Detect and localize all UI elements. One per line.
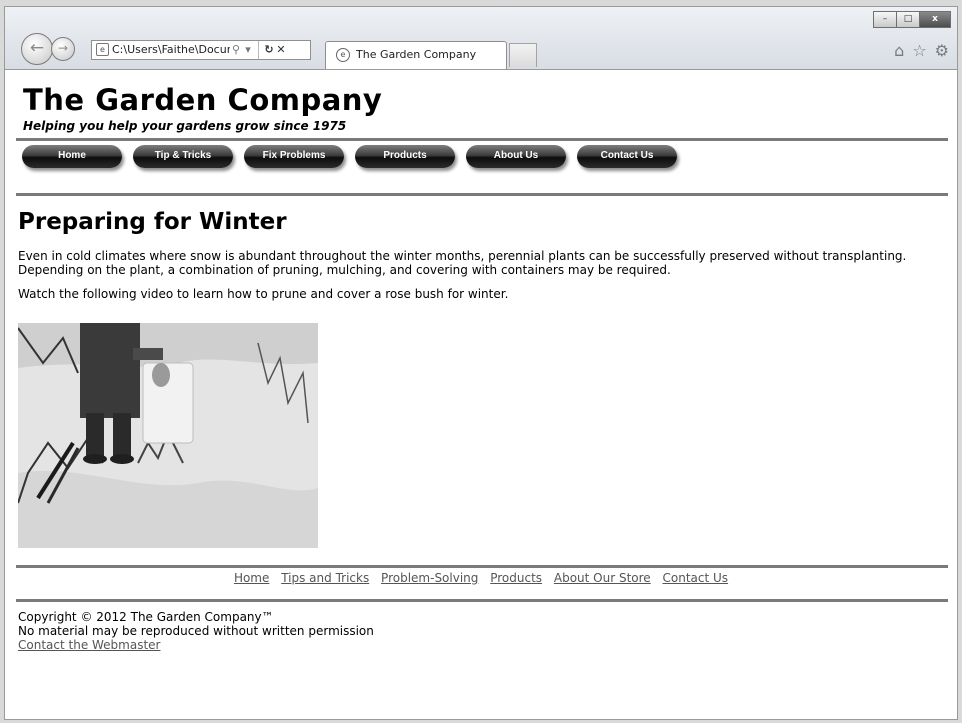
minimize-button[interactable]: – <box>873 11 897 28</box>
gear-icon[interactable]: ⚙ <box>935 41 949 60</box>
arrow-left-icon: ← <box>29 38 45 58</box>
footer-top-divider <box>16 565 948 568</box>
video-frame <box>18 323 318 548</box>
footer-bottom-divider <box>16 599 948 602</box>
video-intro: Watch the following video to learn how t… <box>18 287 509 301</box>
footer-link-products[interactable]: Products <box>490 571 542 585</box>
forward-button[interactable]: → <box>51 37 75 61</box>
stop-icon[interactable]: ✕ <box>275 41 287 59</box>
arrow-right-icon: → <box>57 41 69 55</box>
window-controls: – □ x <box>873 11 951 28</box>
footer-link-contact[interactable]: Contact Us <box>663 571 729 585</box>
tab-title: The Garden Company <box>356 48 477 61</box>
intro-paragraph: Even in cold climates where snow is abun… <box>18 249 907 277</box>
address-separator <box>258 41 259 59</box>
browser-chrome: – □ x ← → e C:\Users\Faithe\Docum⚲ ▾ ↻ ✕ e Th… <box>5 7 957 70</box>
permission-notice: No material may be reproduced without wr… <box>18 624 374 638</box>
page-header: The Garden Company Helping you help your… <box>23 73 943 133</box>
maximize-button[interactable]: □ <box>896 11 920 28</box>
address-bar[interactable]: e C:\Users\Faithe\Docum⚲ ▾ ↻ ✕ <box>91 40 311 60</box>
dropdown-icon[interactable]: ▾ <box>242 41 254 59</box>
footer-link-tips[interactable]: Tips and Tricks <box>281 571 369 585</box>
nav-button-contact[interactable]: Contact Us <box>577 145 677 168</box>
footer-link-about[interactable]: About Our Store <box>554 571 651 585</box>
star-icon[interactable]: ☆ <box>912 41 926 60</box>
copyright-block: Copyright © 2012 The Garden Company™ No … <box>18 610 374 652</box>
address-url: C:\Users\Faithe\Docum <box>112 43 230 56</box>
video-player[interactable] <box>18 323 318 548</box>
page-heading: Preparing for Winter <box>18 209 287 235</box>
header-divider <box>16 138 948 141</box>
nav-button-fix-problems[interactable]: Fix Problems <box>244 145 344 168</box>
nav-divider <box>16 193 948 196</box>
footer-link-home[interactable]: Home <box>234 571 269 585</box>
refresh-icon[interactable]: ↻ <box>263 41 275 59</box>
nav-button-tips[interactable]: Tip & Tricks <box>133 145 233 168</box>
tab-active[interactable]: e The Garden Company <box>325 41 507 69</box>
back-button[interactable]: ← <box>21 33 53 65</box>
nav-button-home[interactable]: Home <box>22 145 122 168</box>
nav-button-about[interactable]: About Us <box>466 145 566 168</box>
site-tagline: Helping you help your gardens grow since… <box>23 119 347 133</box>
footer-link-problem-solving[interactable]: Problem-Solving <box>381 571 478 585</box>
close-window-button[interactable]: x <box>919 11 951 28</box>
main-content: Preparing for Winter Even in cold climat… <box>18 209 943 301</box>
new-tab-button[interactable] <box>509 43 537 67</box>
site-title: The Garden Company <box>23 83 383 117</box>
page-icon: e <box>96 43 109 56</box>
command-icons: ⌂ ☆ ⚙ <box>894 41 949 60</box>
nav-bar: Home Tip & Tricks Fix Problems Products … <box>22 145 688 168</box>
copyright-text: Copyright © 2012 The Garden Company™ <box>18 610 274 624</box>
nav-button-products[interactable]: Products <box>355 145 455 168</box>
footer-links: Home Tips and Tricks Problem-Solving Pro… <box>0 571 962 585</box>
ie-icon: e <box>336 48 350 62</box>
search-icon[interactable]: ⚲ <box>230 41 242 59</box>
home-icon[interactable]: ⌂ <box>894 41 904 60</box>
contact-webmaster-link[interactable]: Contact the Webmaster <box>18 638 374 652</box>
